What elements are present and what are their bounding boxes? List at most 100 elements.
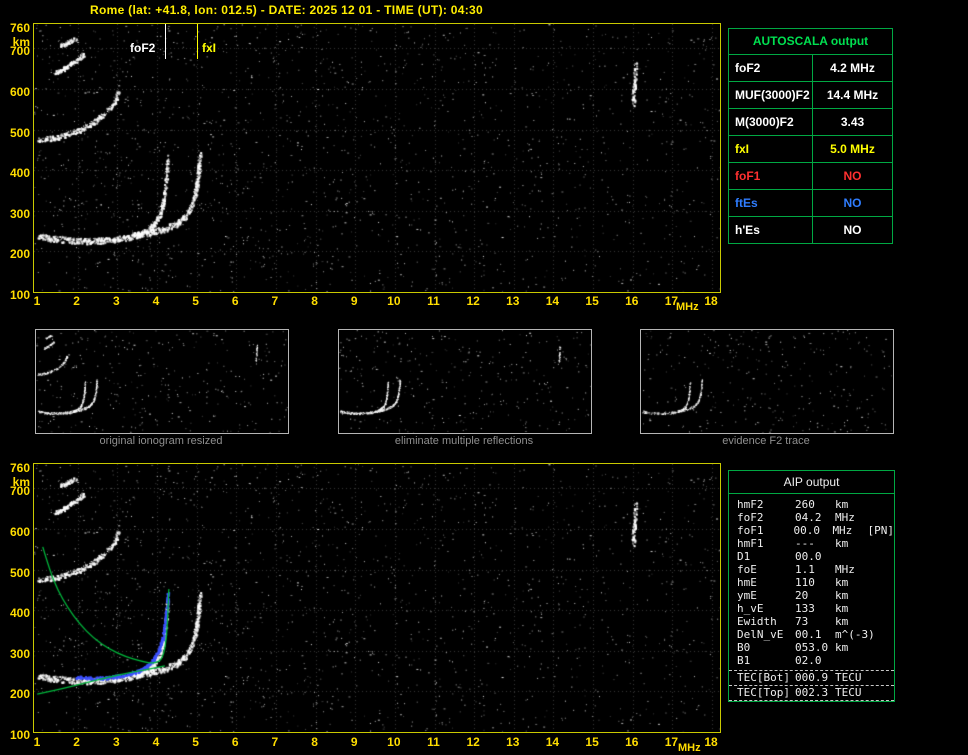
aip-row-extra [871, 589, 894, 602]
x-tick: 9 [350, 735, 358, 749]
aip-row-label: hmF1 [737, 537, 764, 550]
aip-row-label: B1 [737, 654, 751, 667]
x-tick: 8 [311, 294, 318, 308]
y-tick: 500 [9, 565, 30, 580]
ionogram-canvas-top [34, 24, 720, 292]
aip-row-label: foF2 [737, 511, 764, 524]
autoscala-row-label: MUF(3000)F2 [729, 82, 813, 108]
autoscala-output-table: AUTOSCALA output foF2 4.2 MHz MUF(3000)F2 1… [728, 28, 893, 244]
y-tick: 760 [9, 461, 30, 475]
x-tick: 15 [585, 735, 599, 749]
aip-row-value: 00.0 [795, 550, 822, 563]
aip-row: D1 00.0 [729, 550, 894, 563]
y-tick: 500 [9, 125, 30, 140]
y-axis-unit: km [12, 475, 30, 489]
y-tick: 100 [9, 288, 30, 302]
aip-row-label: B0 [737, 641, 751, 654]
aip-row-label: Ewidth [737, 615, 777, 628]
aip-row-value: 02.0 [795, 654, 822, 667]
aip-row-unit: MHz [835, 563, 855, 576]
x-tick: 10 [387, 294, 401, 308]
aip-row: foE 1.1 MHz [729, 563, 894, 576]
app-window: Rome (lat: +41.8, lon: 012.5) - DATE: 20… [0, 0, 968, 755]
aip-row-extra [871, 615, 894, 628]
aip-row-value: --- [795, 537, 815, 550]
thumbnail-caption-evidence: evidence F2 trace [722, 435, 810, 447]
aip-row-extra: [PN] [867, 524, 895, 537]
x-tick: 2 [73, 735, 80, 749]
aip-row-value: 1.1 [795, 563, 815, 576]
aip-row-extra [871, 628, 894, 641]
ionogram-plot-top: foF2 fxI [33, 23, 721, 293]
thumbnail-original-ionogram [35, 329, 289, 434]
aip-tec-value: 002.3 [795, 686, 829, 699]
aip-row-value: 04.2 [795, 511, 822, 524]
aip-row-label: ymE [737, 589, 757, 602]
thumbnail-caption-reflections: eliminate multiple reflections [394, 435, 534, 447]
aip-row-extra [871, 641, 894, 654]
aip-row-unit: km [835, 576, 849, 589]
autoscala-row: foF2 4.2 MHz [729, 55, 892, 81]
x-tick: 2 [73, 294, 80, 308]
x-tick: 13 [506, 735, 520, 749]
y-tick: 600 [9, 84, 30, 99]
autoscala-row: ftEs NO [729, 189, 892, 216]
thumbnail-canvas-evidence [641, 330, 893, 433]
x-tick: 4 [152, 735, 160, 749]
aip-row: Ewidth 73 km [729, 615, 894, 628]
aip-output-table: AIP output hmF2 260 km foF2 04.2 MHz foF1 00.0 M… [728, 470, 895, 702]
x-tick: 6 [231, 735, 239, 749]
aip-table-rows: hmF2 260 km foF2 04.2 MHz foF1 00.0 MHz [PN] hmF1 -… [729, 494, 894, 667]
aip-row-extra [871, 563, 894, 576]
x-tick: 5 [192, 294, 199, 308]
ionogram-plot-bottom [33, 463, 721, 733]
autoscala-row-label: h'Es [729, 217, 813, 243]
aip-row-unit: km [835, 589, 849, 602]
aip-row-unit: km [835, 615, 849, 628]
page-title: Rome (lat: +41.8, lon: 012.5) - DATE: 20… [90, 3, 483, 17]
x-tick: 8 [311, 735, 318, 749]
aip-row: DelN_vE 00.1 m^(-3) [729, 628, 894, 641]
autoscala-row-value: NO [843, 196, 862, 210]
x-tick: 14 [545, 735, 560, 749]
y-tick: 400 [9, 606, 30, 621]
y-tick: 400 [9, 166, 30, 181]
autoscala-row-value: 4.2 MHz [830, 61, 875, 75]
autoscala-row-label: foF2 [729, 55, 813, 81]
autoscala-row-value: NO [843, 169, 862, 183]
thumbnail-canvas-reflections [339, 330, 591, 433]
aip-row-value: 260 [795, 498, 815, 511]
autoscala-table-header: AUTOSCALA output [729, 29, 892, 55]
aip-tec-row: TEC[Bot] 000.9 TECU [729, 671, 894, 686]
aip-row-extra [871, 537, 894, 550]
x-tick: 16 [625, 294, 639, 308]
y-tick: 200 [9, 687, 30, 702]
aip-row-label: hmE [737, 576, 757, 589]
aip-row-extra [871, 602, 894, 615]
autoscala-row-value: 5.0 MHz [830, 142, 875, 156]
aip-row: B0 053.0 km [729, 641, 894, 654]
thumbnail-canvas-original [36, 330, 288, 433]
x-tick: 13 [506, 294, 520, 308]
x-tick: 14 [545, 294, 560, 308]
fof2-marker-label: foF2 [130, 41, 156, 55]
aip-row-extra [871, 498, 894, 511]
aip-row-unit: MHz [832, 524, 853, 537]
aip-table-header: AIP output [729, 471, 894, 494]
autoscala-row: h'Es NO [729, 216, 892, 243]
x-tick: 9 [350, 294, 358, 308]
x-tick: 16 [625, 735, 639, 749]
aip-row: ymE 20 km [729, 589, 894, 602]
autoscala-row-value: 3.43 [840, 115, 865, 129]
autoscala-row: foF1 NO [729, 162, 892, 189]
x-tick: 5 [192, 735, 199, 749]
y-tick: 300 [9, 646, 30, 661]
fxi-marker-line [197, 24, 198, 59]
y-axis-unit: km [12, 35, 30, 49]
aip-row-extra [871, 576, 894, 589]
x-tick: 10 [387, 735, 401, 749]
x-tick: 6 [231, 294, 239, 308]
autoscala-row-label: ftEs [729, 190, 813, 216]
aip-row-value: 053.0 [795, 641, 829, 654]
aip-row-label: D1 [737, 550, 751, 563]
